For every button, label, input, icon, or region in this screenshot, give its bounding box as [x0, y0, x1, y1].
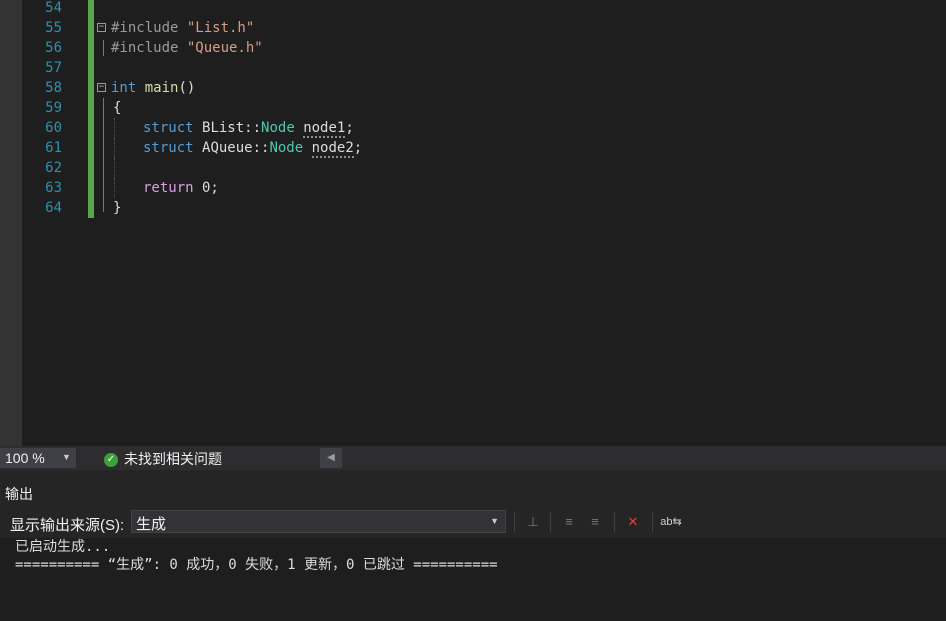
clear-all-icon[interactable]: ✕ — [622, 511, 644, 533]
line-number: 62 — [45, 160, 62, 176]
toolbar-divider — [514, 512, 515, 532]
issues-text: 未找到相关问题 — [124, 451, 222, 467]
indent-guide — [114, 118, 115, 138]
line-number: 59 — [45, 100, 62, 116]
variable-declaration: struct AQueue::Node node2; — [143, 140, 363, 158]
code-line: 59 { — [22, 98, 946, 118]
code-line: 54 — [22, 0, 946, 18]
code-line: 55 − #include "List.h" — [22, 18, 946, 38]
fold-guide — [103, 40, 104, 56]
include-directive: #include "Queue.h" — [111, 40, 263, 56]
function-signature: int main() — [111, 80, 196, 96]
source-select[interactable]: 生成 ▼ — [131, 510, 506, 533]
zoom-dropdown[interactable]: 100 % ▼ — [0, 448, 76, 468]
output-toolbar: 显示输出来源(S): 生成 ▼ ⊥ ≡ ≡ ✕ ab⇆ — [0, 508, 946, 538]
code-line: 63 return 0; — [22, 178, 946, 198]
indent-guide — [114, 158, 115, 178]
go-to-location-icon[interactable]: ⊥ — [522, 511, 544, 533]
scroll-left-button[interactable]: ◀ — [320, 448, 342, 468]
collapse-icon[interactable]: − — [97, 83, 106, 92]
output-panel: 输出 显示输出来源(S): 生成 ▼ ⊥ ≡ ≡ ✕ ab⇆ 已启动生成... … — [0, 470, 946, 621]
collapse-icon[interactable]: − — [97, 23, 106, 32]
code-line: 62 — [22, 158, 946, 178]
line-number: 64 — [45, 200, 62, 216]
code-line: 58 − int main() — [22, 78, 946, 98]
output-text-area[interactable]: 已启动生成... ========== “生成”: 0 成功，0 失败，1 更新… — [0, 538, 946, 621]
output-line: ========== “生成”: 0 成功，0 失败，1 更新，0 已跳过 ==… — [15, 557, 498, 573]
chevron-down-icon: ▼ — [490, 516, 499, 526]
source-value: 生成 — [136, 516, 167, 533]
variable-declaration: struct BList::Node node1; — [143, 120, 354, 138]
line-number: 60 — [45, 120, 62, 136]
code-line: 64 } — [22, 198, 946, 218]
fold-guide — [103, 118, 104, 138]
toolbar-divider — [550, 512, 551, 532]
chevron-down-icon: ▼ — [62, 452, 71, 462]
open-brace: { — [113, 100, 122, 116]
code-line: 60 struct BList::Node node1; — [22, 118, 946, 138]
include-directive: #include "List.h" — [111, 20, 255, 36]
code-line: 61 struct AQueue::Node node2; — [22, 138, 946, 158]
output-title: 输出 — [5, 486, 33, 502]
word-wrap-icon[interactable]: ab⇆ — [660, 511, 682, 533]
editor-status-bar: 100 % ▼ ✓ 未找到相关问题 ◀ — [0, 446, 946, 470]
toolbar-divider — [652, 512, 653, 532]
line-number: 56 — [45, 40, 62, 56]
fold-guide — [103, 98, 104, 118]
line-number: 54 — [45, 0, 62, 16]
line-number: 61 — [45, 140, 62, 156]
line-number: 55 — [45, 20, 62, 36]
fold-guide — [103, 198, 104, 212]
zoom-value: 100 % — [5, 450, 45, 466]
issues-indicator[interactable]: ✓ 未找到相关问题 — [104, 449, 222, 469]
line-number: 57 — [45, 60, 62, 76]
close-brace: } — [113, 200, 122, 216]
return-statement: return 0; — [143, 180, 219, 196]
line-number: 58 — [45, 80, 62, 96]
source-label: 显示输出来源(S): — [10, 517, 125, 534]
glyph-margin — [0, 0, 22, 446]
code-editor[interactable]: 54 55 − #include "List.h" 56 #include "Q… — [0, 0, 946, 446]
code-line: 56 #include "Queue.h" — [22, 38, 946, 58]
next-message-icon[interactable]: ≡ — [584, 511, 606, 533]
output-line: 已启动生成... — [15, 539, 111, 555]
toolbar-divider — [614, 512, 615, 532]
fold-guide — [103, 158, 104, 178]
previous-message-icon[interactable]: ≡ — [558, 511, 580, 533]
code-line: 57 — [22, 58, 946, 78]
check-circle-icon: ✓ — [104, 453, 118, 468]
fold-guide — [103, 178, 104, 198]
line-number: 63 — [45, 180, 62, 196]
indent-guide — [114, 138, 115, 158]
fold-guide — [103, 138, 104, 158]
indent-guide — [114, 178, 115, 198]
